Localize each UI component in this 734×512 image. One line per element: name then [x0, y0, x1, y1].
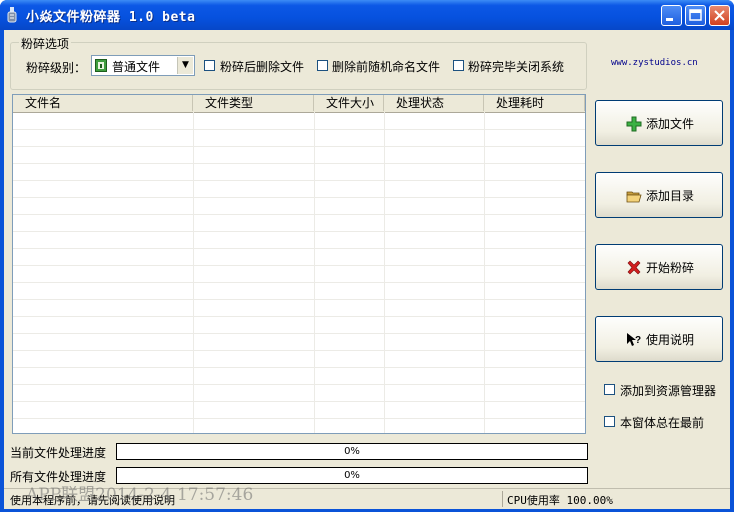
start-shred-button[interactable]: 开始粉碎: [595, 244, 723, 290]
client-area: 粉碎选项 粉碎级别： 普通文件 ▼ 粉碎后删除文件 删除前随机命名文件 粉碎完毕…: [4, 30, 730, 509]
random-rename-label[interactable]: 删除前随机命名文件: [332, 58, 440, 75]
website-link[interactable]: www.zystudios.cn: [611, 58, 698, 68]
grid-row-line: [13, 265, 585, 266]
close-button[interactable]: [709, 5, 730, 26]
start-shred-label: 开始粉碎: [646, 261, 695, 275]
column-header-type[interactable]: 文件类型: [193, 95, 314, 111]
level-select[interactable]: 普通文件 ▼: [91, 55, 195, 76]
file-list[interactable]: 文件名 文件类型 文件大小 处理状态 处理耗时: [12, 94, 586, 434]
list-header: 文件名 文件类型 文件大小 处理状态 处理耗时: [13, 95, 585, 113]
level-value: 普通文件: [112, 60, 161, 74]
delete-after-checkbox[interactable]: [204, 60, 215, 71]
grid-row-line: [13, 248, 585, 249]
app-icon: [7, 7, 17, 23]
grid-row-line: [13, 231, 585, 232]
svg-text:?: ?: [635, 335, 641, 346]
minimize-button[interactable]: [661, 5, 682, 26]
grid-row-line: [13, 129, 585, 130]
current-progress-text: 0%: [344, 446, 360, 457]
help-button[interactable]: ? 使用说明: [595, 316, 723, 362]
maximize-button[interactable]: [685, 5, 706, 26]
grid-column-line: [384, 112, 385, 433]
status-divider: [502, 491, 503, 507]
add-file-button[interactable]: 添加文件: [595, 100, 723, 146]
grid-row-line: [13, 401, 585, 402]
random-rename-checkbox[interactable]: [317, 60, 328, 71]
file-lock-icon: [95, 59, 107, 72]
shutdown-label[interactable]: 粉碎完毕关闭系统: [468, 58, 564, 75]
red-x-icon: [627, 260, 641, 275]
grid-row-line: [13, 214, 585, 215]
grid-column-line: [193, 112, 194, 433]
delete-after-label[interactable]: 粉碎后删除文件: [220, 58, 304, 75]
always-on-top-label[interactable]: 本窗体总在最前: [620, 414, 704, 431]
shutdown-checkbox[interactable]: [453, 60, 464, 71]
minimize-icon: [666, 18, 673, 21]
grid-row-line: [13, 418, 585, 419]
grid-row-line: [13, 333, 585, 334]
plus-icon: [626, 116, 642, 132]
column-header-filename[interactable]: 文件名: [13, 95, 193, 111]
grid-row-line: [13, 384, 585, 385]
add-directory-button[interactable]: 添加目录: [595, 172, 723, 218]
window-title: 小焱文件粉碎器 1.0 beta: [26, 10, 196, 25]
grid-row-line: [13, 367, 585, 368]
grid-column-line: [484, 112, 485, 433]
current-progress-label: 当前文件处理进度: [10, 446, 107, 460]
grid-row-line: [13, 146, 585, 147]
help-cursor-icon: ?: [627, 333, 641, 346]
always-on-top-checkbox[interactable]: [604, 416, 615, 427]
add-directory-label: 添加目录: [646, 189, 695, 203]
level-label: 粉碎级别：: [26, 61, 87, 75]
grid-column-line: [314, 112, 315, 433]
add-to-explorer-label[interactable]: 添加到资源管理器: [620, 382, 716, 399]
grid-row-line: [13, 282, 585, 283]
grid-row-line: [13, 163, 585, 164]
maximize-icon: [689, 9, 702, 21]
grid-row-line: [13, 350, 585, 351]
current-progress-bar: 0%: [116, 443, 588, 460]
grid-row-line: [13, 299, 585, 300]
close-icon: [714, 10, 725, 21]
grid-row-line: [13, 197, 585, 198]
cpu-usage: CPU使用率 100.00%: [507, 494, 613, 507]
help-label: 使用说明: [646, 333, 695, 347]
grid-row-line: [13, 180, 585, 181]
add-file-label: 添加文件: [646, 117, 695, 131]
column-header-time[interactable]: 处理耗时: [484, 95, 585, 111]
column-header-size[interactable]: 文件大小: [314, 95, 384, 111]
group-title: 粉碎选项: [19, 35, 72, 52]
column-header-status[interactable]: 处理状态: [384, 95, 484, 111]
chevron-down-icon[interactable]: ▼: [177, 57, 193, 74]
grid-row-line: [13, 316, 585, 317]
title-bar[interactable]: 小焱文件粉碎器 1.0 beta: [0, 0, 734, 30]
app-window: 小焱文件粉碎器 1.0 beta 粉碎选项 粉碎级别： 普通文件 ▼ 粉碎后删除…: [0, 0, 734, 512]
watermark-text: APP联盟2014-2-4 17:57:46: [26, 485, 254, 505]
open-folder-icon: [626, 191, 642, 203]
add-to-explorer-checkbox[interactable]: [604, 384, 615, 395]
